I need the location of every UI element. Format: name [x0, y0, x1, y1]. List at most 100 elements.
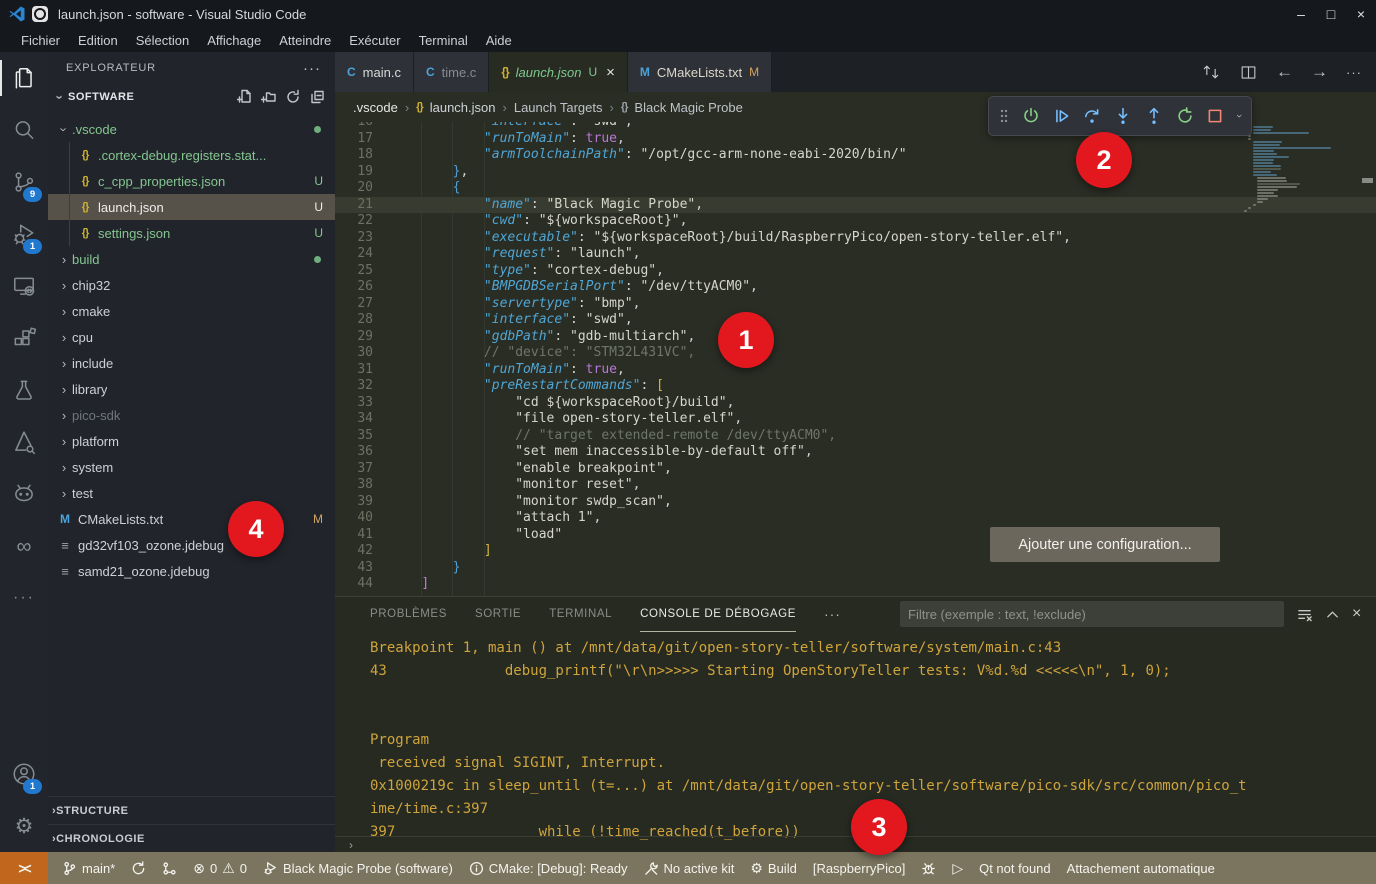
menu-affichage[interactable]: Affichage — [198, 33, 270, 48]
tree-item-include[interactable]: ›include — [48, 350, 335, 376]
code-line-27[interactable]: 27 "servertype": "bmp", — [335, 296, 1376, 313]
console-filter-input[interactable] — [900, 601, 1284, 627]
tree-item-platform[interactable]: ›platform — [48, 428, 335, 454]
code-line-38[interactable]: 38 "monitor reset", — [335, 477, 1376, 494]
tree-item-launch-json[interactable]: {}launch.jsonU — [48, 194, 335, 220]
remote-explorer-icon[interactable] — [0, 260, 48, 312]
problems-indicator[interactable]: ⊗0 ⚠0 — [185, 852, 255, 884]
code-line-19[interactable]: 19 }, — [335, 164, 1376, 181]
code-line-34[interactable]: 34 "file open-story-teller.elf", — [335, 411, 1376, 428]
tab-sortie[interactable]: SORTIE — [475, 597, 521, 632]
code-line-25[interactable]: 25 "type": "cortex-debug", — [335, 263, 1376, 280]
sync-button[interactable] — [123, 852, 154, 884]
breadcrumb-launch-targets[interactable]: Launch Targets — [514, 100, 603, 115]
tree-item-gd32vf103-ozone-jdebug[interactable]: ≡gd32vf103_ozone.jdebug — [48, 532, 335, 558]
search-icon[interactable] — [0, 104, 48, 156]
explorer-more-icon[interactable]: ··· — [303, 60, 321, 77]
qt-status-item[interactable]: Qt not found — [971, 852, 1059, 884]
navigate-back-icon[interactable]: ← — [1276, 62, 1293, 82]
tree-item-pico-sdk[interactable]: ›pico-sdk — [48, 402, 335, 428]
code-line-21[interactable]: 21 "name": "Black Magic Probe", — [335, 197, 1376, 214]
code-line-36[interactable]: 36 "set mem inaccessible-by-default off"… — [335, 444, 1376, 461]
settings-gear-icon[interactable]: ⚙ — [0, 800, 48, 852]
remote-indicator[interactable]: >< — [0, 852, 48, 884]
tab-main-c[interactable]: C main.c — [335, 52, 414, 92]
debug-bug-button[interactable] — [913, 852, 944, 884]
tab-terminal[interactable]: TERMINAL — [549, 597, 612, 632]
code-line-18[interactable]: 18 "armToolchainPath": "/opt/gcc-arm-non… — [335, 147, 1376, 164]
code-line-24[interactable]: 24 "request": "launch", — [335, 246, 1376, 263]
navigate-forward-icon[interactable]: → — [1311, 62, 1328, 82]
run-debug-icon[interactable]: 1 — [0, 208, 48, 260]
menu-edition[interactable]: Edition — [69, 33, 127, 48]
code-line-29[interactable]: 29 "gdbPath": "gdb-multiarch", — [335, 329, 1376, 346]
panel-more-icon[interactable]: ··· — [824, 606, 841, 622]
more-extensions-icon[interactable]: ··· — [0, 572, 48, 624]
menu-executer[interactable]: Exécuter — [340, 33, 409, 48]
tab-launch-json[interactable]: {} launch.json U × — [489, 52, 628, 92]
tab-cmakelists[interactable]: M CMakeLists.txt M — [628, 52, 772, 92]
code-line-44[interactable]: 44 ] — [335, 576, 1376, 593]
tree-item-settings-json[interactable]: {}settings.jsonU — [48, 220, 335, 246]
tree-item-cpu[interactable]: ›cpu — [48, 324, 335, 350]
menu-atteindre[interactable]: Atteindre — [270, 33, 340, 48]
refresh-icon[interactable] — [285, 89, 301, 105]
tree-item-cmake[interactable]: ›cmake — [48, 298, 335, 324]
power-launch-icon[interactable] — [1022, 107, 1040, 125]
editor-more-icon[interactable]: ··· — [1346, 65, 1362, 80]
step-into-icon[interactable] — [1114, 107, 1132, 125]
new-file-icon[interactable] — [237, 89, 253, 105]
infinity-extension-icon[interactable]: ∞ — [0, 520, 48, 572]
maximize-panel-icon[interactable] — [1325, 607, 1340, 622]
stop-icon[interactable] — [1206, 107, 1224, 125]
add-configuration-button[interactable]: Ajouter une configuration... — [990, 527, 1220, 562]
tab-console-debogage[interactable]: CONSOLE DE DÉBOGAGE — [640, 597, 796, 632]
cmake-icon[interactable] — [0, 416, 48, 468]
menu-terminal[interactable]: Terminal — [410, 33, 477, 48]
testing-flask-icon[interactable] — [0, 364, 48, 416]
close-panel-icon[interactable]: × — [1352, 605, 1362, 623]
code-line-43[interactable]: 43 } — [335, 560, 1376, 577]
maximize-button[interactable]: □ — [1316, 0, 1346, 28]
breadcrumb-launch-json[interactable]: launch.json — [430, 100, 496, 115]
clear-console-icon[interactable] — [1296, 606, 1313, 623]
close-button[interactable]: × — [1346, 0, 1376, 28]
launch-target-button[interactable]: ▷ — [944, 852, 971, 884]
menu-fichier[interactable]: Fichier — [12, 33, 69, 48]
menu-selection[interactable]: Sélection — [127, 33, 198, 48]
menu-aide[interactable]: Aide — [477, 33, 521, 48]
chevron-down-icon[interactable]: › — [1233, 114, 1245, 118]
structure-section[interactable]: › STRUCTURE — [48, 796, 335, 824]
close-tab-icon[interactable]: × — [606, 64, 615, 81]
split-editor-icon[interactable] — [1239, 63, 1258, 82]
minimize-button[interactable]: – — [1286, 0, 1316, 28]
open-changes-icon[interactable] — [1201, 62, 1221, 82]
breadcrumb-vscode[interactable]: .vscode — [353, 100, 398, 115]
debug-target-item[interactable]: Black Magic Probe (software) — [255, 852, 461, 884]
tree-item-chip32[interactable]: ›chip32 — [48, 272, 335, 298]
collapse-all-icon[interactable] — [309, 89, 325, 105]
workspace-section-header[interactable]: › SOFTWARE — [48, 84, 335, 110]
code-line-37[interactable]: 37 "enable breakpoint", — [335, 461, 1376, 478]
code-line-26[interactable]: 26 "BMPGDBSerialPort": "/dev/ttyACM0", — [335, 279, 1376, 296]
tab-problemes[interactable]: PROBLÈMES — [370, 597, 447, 632]
code-line-30[interactable]: 30 // "device": "STM32L431VC", — [335, 345, 1376, 362]
chronologie-section[interactable]: › CHRONOLOGIE — [48, 824, 335, 852]
tree-item-test[interactable]: ›test — [48, 480, 335, 506]
explorer-icon[interactable] — [0, 52, 48, 104]
kit-item[interactable]: No active kit — [636, 852, 743, 884]
code-line-23[interactable]: 23 "executable": "${workspaceRoot}/build… — [335, 230, 1376, 247]
breadcrumb-black-magic-probe[interactable]: Black Magic Probe — [634, 100, 742, 115]
tree-item-cmakelists-txt[interactable]: MCMakeLists.txtM — [48, 506, 335, 532]
code-line-32[interactable]: 32 "preRestartCommands": [ — [335, 378, 1376, 395]
code-line-35[interactable]: 35 // "target extended-remote /dev/ttyAC… — [335, 428, 1376, 445]
code-line-31[interactable]: 31 "runToMain": true, — [335, 362, 1376, 379]
build-button[interactable]: ⚙ Build — [742, 852, 804, 884]
tree-item-system[interactable]: ›system — [48, 454, 335, 480]
code-line-33[interactable]: 33 "cd ${workspaceRoot}/build", — [335, 395, 1376, 412]
tree-item-vscode[interactable]: ›.vscode — [48, 116, 335, 142]
restart-icon[interactable] — [1176, 107, 1194, 125]
account-icon[interactable]: 1 — [0, 748, 48, 800]
scrollbar-marker[interactable] — [1362, 178, 1373, 183]
tree-item-build[interactable]: ›build — [48, 246, 335, 272]
